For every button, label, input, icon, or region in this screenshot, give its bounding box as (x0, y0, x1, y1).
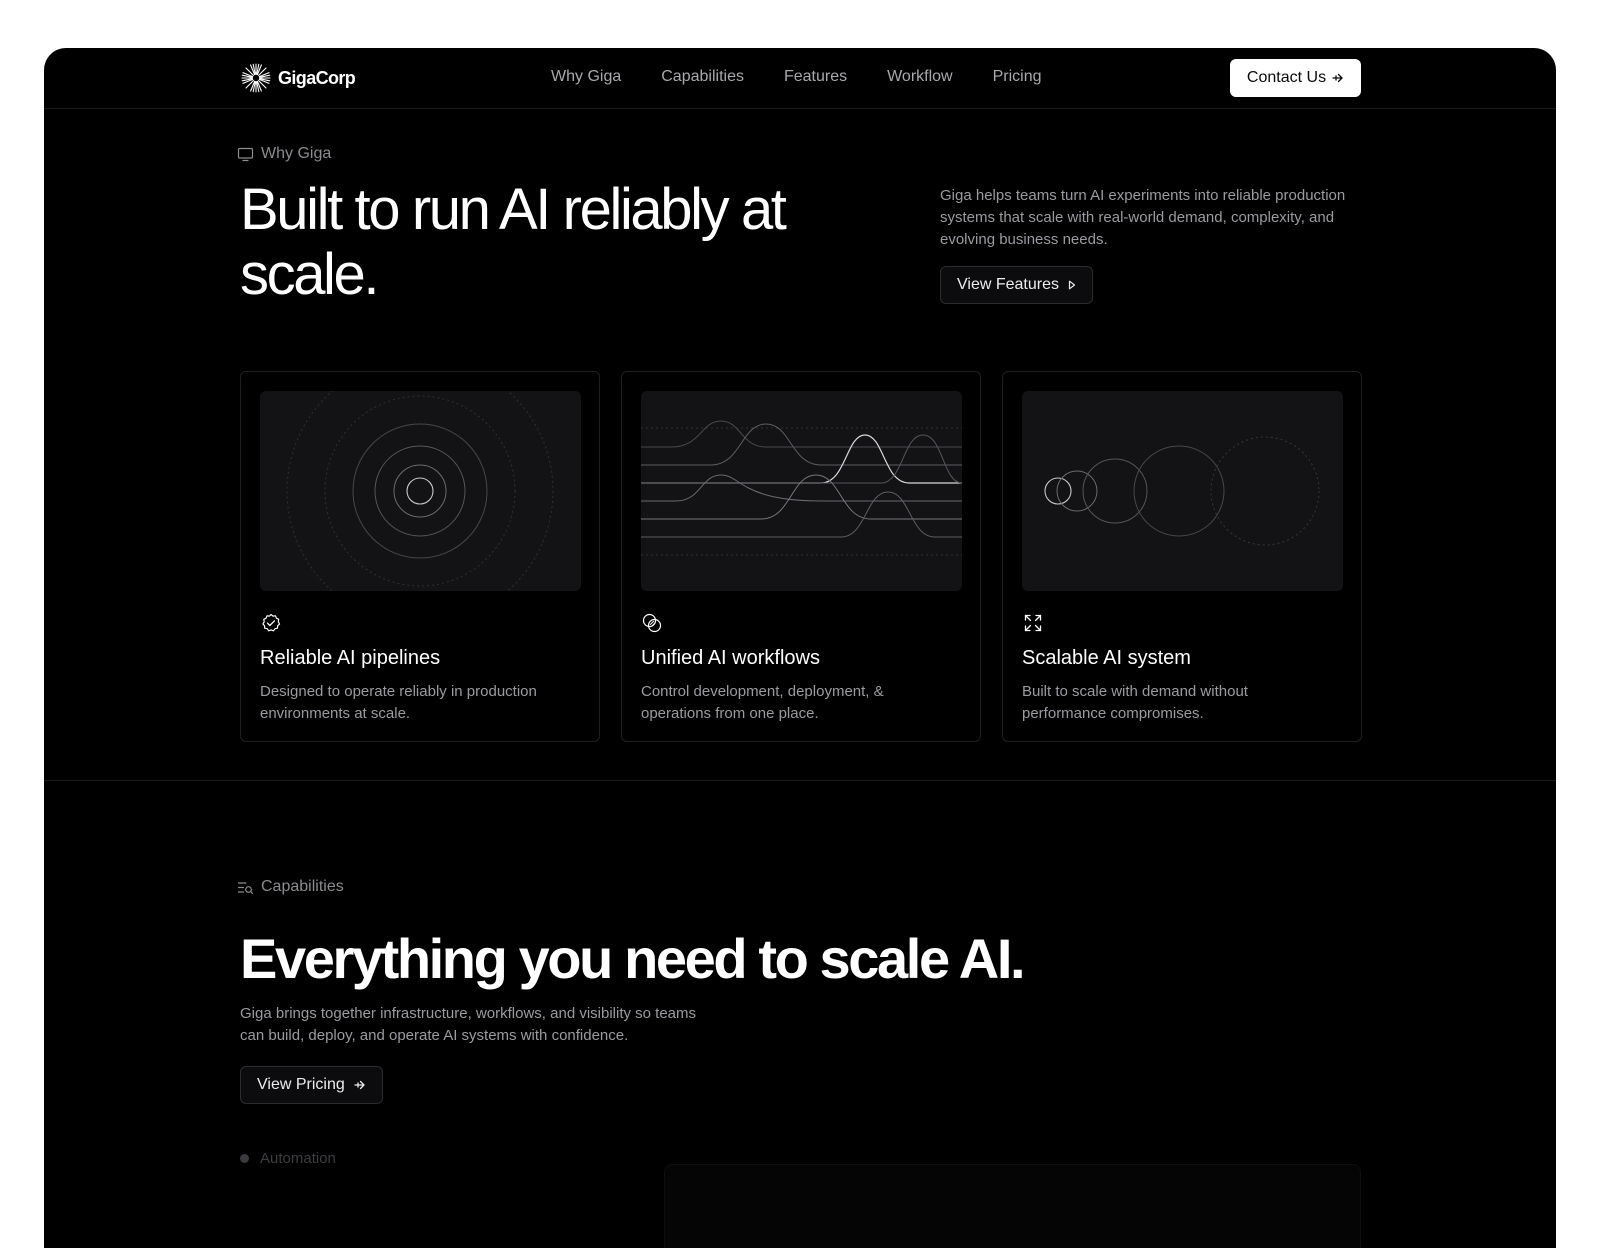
page-frame: GigaCorp Why Giga Capabilities Features … (44, 48, 1556, 1248)
feature-card-reliable: Reliable AI pipelines Designed to operat… (240, 371, 600, 742)
nav-link-pricing[interactable]: Pricing (993, 68, 1042, 86)
concentric-rings-illustration (260, 391, 581, 591)
arrow-right-icon (1332, 73, 1343, 83)
badge-check-icon (262, 613, 281, 632)
capability-preview-panel (664, 1164, 1361, 1248)
capabilities-title: Everything you need to scale AI. (240, 927, 1026, 990)
hero-eyebrow-label: Why Giga (261, 145, 332, 162)
capabilities-description: Giga brings together infrastructure, wor… (240, 1005, 697, 1044)
nav-link-workflow[interactable]: Workflow (887, 68, 953, 86)
top-nav: GigaCorp Why Giga Capabilities Features … (44, 48, 1556, 109)
arrow-right-icon (354, 1080, 365, 1090)
capability-item-label: Automation (260, 1150, 336, 1167)
nav-links: Why Giga Capabilities Features Workflow … (551, 68, 1042, 86)
capabilities-eyebrow: Capabilities (237, 878, 344, 896)
view-pricing-label: View Pricing (257, 1076, 345, 1093)
view-features-label: View Features (957, 276, 1059, 293)
monitor-icon (237, 147, 254, 161)
contact-us-button[interactable]: Contact Us (1230, 59, 1361, 97)
bullet-dot-icon (240, 1154, 249, 1163)
card-description: Control development, deployment, & opera… (641, 683, 884, 722)
nav-link-features[interactable]: Features (784, 68, 847, 86)
contact-us-label: Contact Us (1246, 69, 1327, 86)
view-features-button[interactable]: View Features (940, 266, 1093, 304)
growing-circles-illustration (1022, 391, 1343, 591)
nav-link-why-giga[interactable]: Why Giga (551, 68, 621, 86)
card-description: Designed to operate reliably in producti… (260, 683, 537, 722)
list-search-icon (237, 881, 254, 894)
expand-icon (1024, 614, 1042, 632)
capabilities-eyebrow-label: Capabilities (261, 878, 344, 895)
section-divider (44, 780, 1556, 781)
feature-card-unified: Unified AI workflows Control development… (621, 371, 981, 742)
card-description: Built to scale with demand without perfo… (1022, 683, 1248, 722)
play-triangle-icon (1068, 280, 1076, 290)
brand-name: GigaCorp (278, 67, 356, 88)
view-pricing-button[interactable]: View Pricing (240, 1066, 383, 1104)
hero-title: Built to run AI reliably at scale. (240, 177, 787, 307)
card-title: Scalable AI system (1022, 647, 1191, 669)
logo[interactable]: GigaCorp (240, 62, 356, 94)
starburst-logo-icon (241, 63, 271, 93)
wave-lines-illustration (641, 391, 962, 591)
hero-description: Giga helps teams turn AI experiments int… (940, 187, 1346, 248)
hero-eyebrow: Why Giga (237, 145, 331, 163)
card-title: Reliable AI pipelines (260, 647, 441, 669)
overlap-circles-icon (642, 613, 662, 633)
capability-list-item[interactable]: Automation (240, 1150, 336, 1167)
feature-card-scalable: Scalable AI system Built to scale with d… (1002, 371, 1362, 742)
card-title: Unified AI workflows (641, 647, 820, 669)
nav-link-capabilities[interactable]: Capabilities (661, 68, 744, 86)
